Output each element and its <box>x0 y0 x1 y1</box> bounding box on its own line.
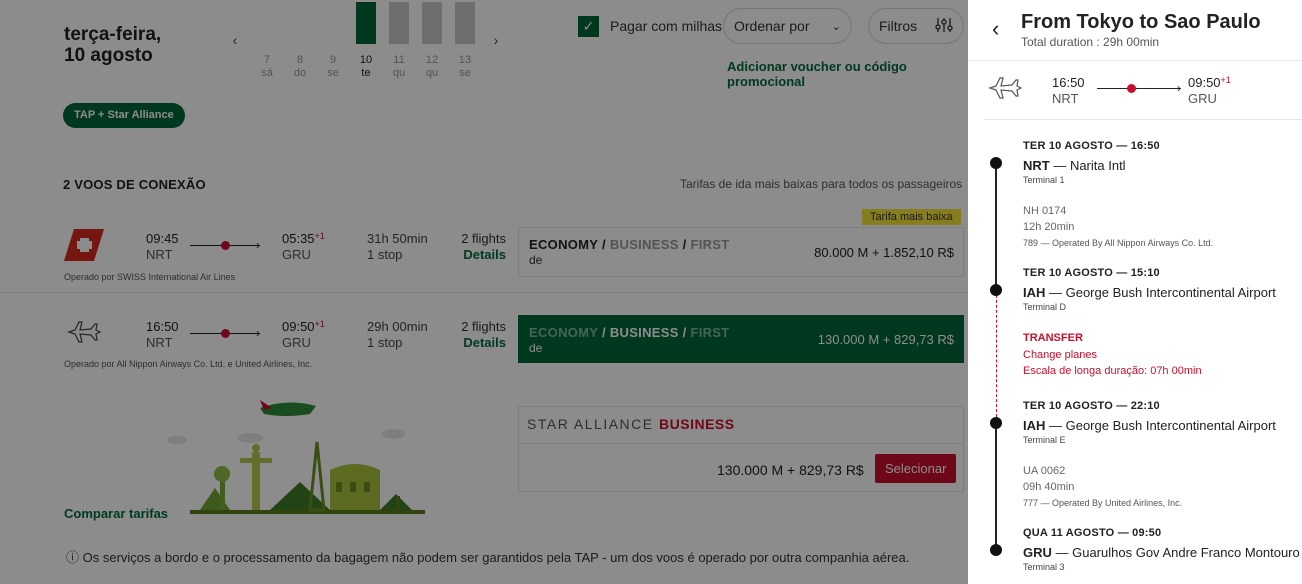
route-line: › <box>1097 82 1187 94</box>
stop-terminal: Terminal 1 <box>1023 175 1065 185</box>
modal-overlay[interactable] <box>0 0 968 584</box>
stop-airport: GRU — Guarulhos Gov Andre Franco Montour… <box>1023 545 1300 560</box>
timeline-stop <box>990 157 1002 169</box>
timeline-leg <box>995 162 997 289</box>
flight-details-panel: ‹ From Tokyo to Sao Paulo Total duration… <box>968 0 1302 584</box>
stop-terminal: Terminal D <box>1023 302 1067 312</box>
timeline-stop <box>990 284 1002 296</box>
stop-datetime: TER 10 AGOSTO — 16:50 <box>1023 140 1160 152</box>
stop-airport: IAH — George Bush Intercontinental Airpo… <box>1023 418 1276 433</box>
stop-terminal: Terminal 3 <box>1023 562 1065 572</box>
timeline-stop <box>990 544 1002 556</box>
summary-departure-time: 16:50 <box>1052 75 1085 90</box>
stop-datetime: TER 10 AGOSTO — 22:10 <box>1023 400 1160 412</box>
timeline-stop <box>990 417 1002 429</box>
stop-airport: NRT — Narita Intl <box>1023 158 1126 173</box>
leg-info: UA 0062 09h 40min 777 — Operated By Unit… <box>1023 465 1183 508</box>
stop-airport: IAH — George Bush Intercontinental Airpo… <box>1023 285 1276 300</box>
leg-info: NH 0174 12h 20min 789 — Operated By All … <box>1023 205 1214 248</box>
panel-title: From Tokyo to Sao Paulo <box>1021 11 1261 33</box>
total-duration: Total duration : 29h 00min <box>1021 35 1160 49</box>
timeline-leg <box>995 422 997 550</box>
back-chevron-icon[interactable]: ‹ <box>992 18 999 40</box>
summary-departure-code: NRT <box>1052 91 1079 106</box>
stop-datetime: QUA 11 AGOSTO — 09:50 <box>1023 527 1162 539</box>
stop-terminal: Terminal E <box>1023 435 1066 445</box>
stop-datetime: TER 10 AGOSTO — 15:10 <box>1023 267 1160 279</box>
plane-icon <box>988 74 1023 107</box>
summary-arrival-code: GRU <box>1188 91 1217 106</box>
transfer-title: TRANSFER <box>1023 332 1083 344</box>
timeline-transfer <box>996 290 997 422</box>
summary-arrival-time: 09:50+1 <box>1188 75 1231 90</box>
transfer-info: Change planes Escala de longa duração: 0… <box>1023 349 1202 377</box>
